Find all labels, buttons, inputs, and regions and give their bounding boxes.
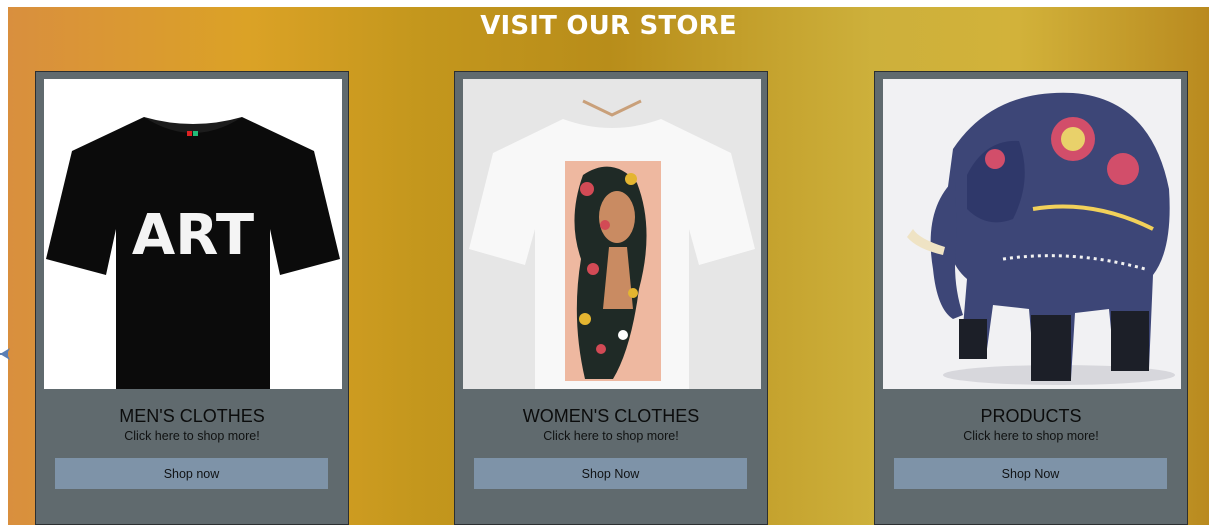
card-title: MEN'S CLOTHES bbox=[119, 406, 265, 426]
card-title: WOMEN'S CLOTHES bbox=[522, 406, 700, 426]
card-subtitle[interactable]: Click here to shop more! bbox=[455, 429, 767, 443]
womens-tshirt-image[interactable] bbox=[463, 79, 761, 389]
shop-now-button[interactable]: Shop now bbox=[55, 458, 328, 489]
shop-now-button[interactable]: Shop Now bbox=[894, 458, 1167, 489]
card-subtitle[interactable]: Click here to shop more! bbox=[36, 429, 348, 443]
store-banner: VISIT OUR STORE ART MEN'S CLOTHES Click … bbox=[8, 7, 1209, 525]
elephant-figurine-image[interactable] bbox=[883, 79, 1181, 389]
arrow-right-icon bbox=[0, 348, 10, 360]
tshirt-print-text: ART bbox=[132, 203, 254, 268]
card-mens-clothes[interactable]: ART MEN'S CLOTHES Click here to shop mor… bbox=[35, 71, 349, 525]
card-womens-clothes[interactable]: WOMEN'S CLOTHES Click here to shop more!… bbox=[454, 71, 768, 525]
card-title: PRODUCTS bbox=[980, 406, 1082, 426]
page-title: VISIT OUR STORE bbox=[480, 11, 737, 41]
card-products[interactable]: PRODUCTS Click here to shop more! Shop N… bbox=[874, 71, 1188, 525]
elephant-illustration bbox=[883, 79, 1181, 389]
mens-tshirt-image[interactable]: ART bbox=[44, 79, 342, 389]
card-subtitle[interactable]: Click here to shop more! bbox=[875, 429, 1187, 443]
tshirt-illustration bbox=[463, 79, 761, 389]
shop-now-button[interactable]: Shop Now bbox=[474, 458, 747, 489]
tshirt-illustration: ART bbox=[44, 79, 342, 389]
